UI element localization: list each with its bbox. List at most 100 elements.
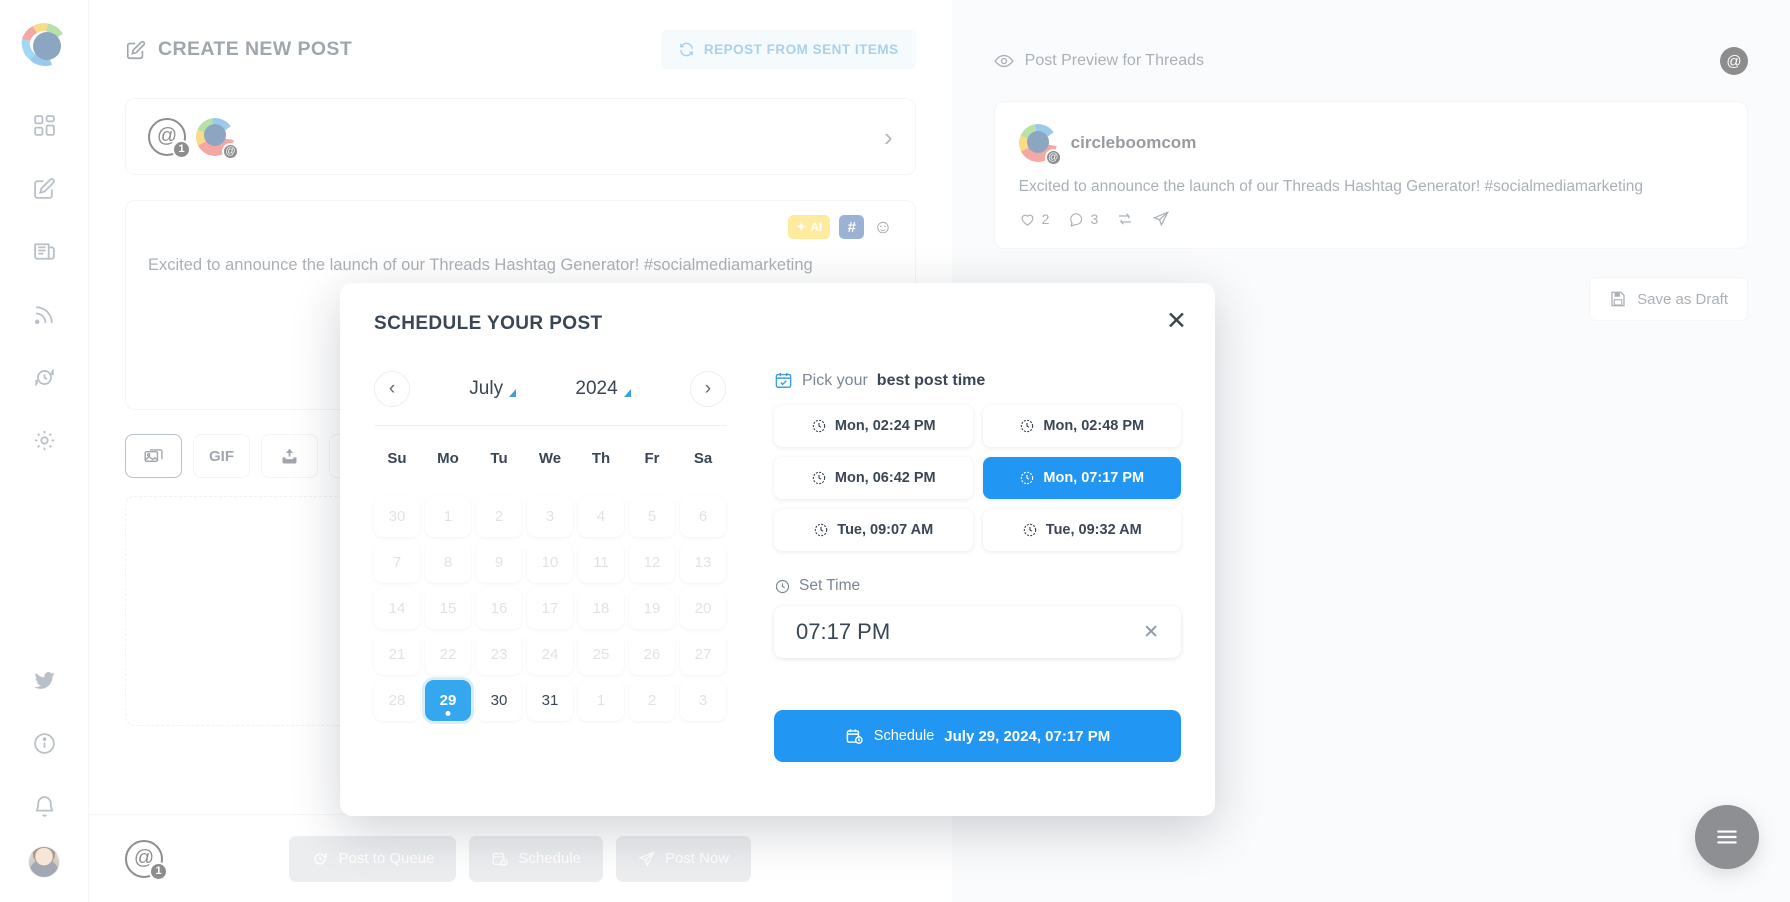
time-picker: Pick your best post time Mon, 02:24 PM Mo… [774,371,1181,762]
calendar-day: 12 [629,542,675,583]
sidebar-item-compose[interactable] [21,165,67,211]
account-avatars: @ 1 @ [148,117,239,160]
sidebar-item-dashboard[interactable] [21,102,67,148]
calendar-day: 6 [680,496,726,537]
composer-action-bar: @ 1 Post to Queue Schedule Post Now [89,814,952,902]
post-to-queue-button[interactable]: Post to Queue [289,835,457,882]
post-author: @ circleboomcom [1018,124,1723,166]
close-icon[interactable]: ✕ [1166,309,1187,334]
calendar-day-selected[interactable]: 29 [425,680,471,721]
modal-title: SCHEDULE YOUR POST [374,313,603,334]
bottom-account-indicator[interactable]: @ 1 [125,839,168,881]
year-selector[interactable]: 2024 [575,378,631,400]
circleboom-logo[interactable] [17,18,71,72]
calendar-clock-icon-modal [845,727,864,746]
post-now-button[interactable]: Post Now [615,835,752,882]
ai-label: AI [810,220,823,234]
schedule-button[interactable]: Schedule [469,835,603,882]
calendar-day: 2 [476,496,522,537]
calendar-day: 20 [680,588,726,629]
best-time-label: Pick your best post time [774,371,1181,390]
calendar-day: 22 [425,634,471,675]
time-slot[interactable]: Tue, 09:07 AM [774,509,973,551]
add-gif-button[interactable]: GIF [193,434,250,478]
sidebar-item-news[interactable] [21,228,67,274]
like-stat[interactable]: 2 [1019,211,1050,228]
calendar-day[interactable]: 31 [527,680,573,721]
confirm-schedule-button[interactable]: Schedule July 29, 2024, 07:17 PM [774,710,1181,762]
threads-platform-icon[interactable]: @ [1720,47,1749,75]
comment-stat[interactable]: 3 [1067,211,1098,228]
left-nav-rail [0,0,89,902]
calendar-day: 10 [527,542,573,583]
threads-account-badge: 1 [172,139,191,159]
chevron-down-icon-year [623,389,631,397]
time-slot-selected[interactable]: Mon, 07:17 PM [982,457,1181,499]
time-slot-label: Mon, 02:48 PM [1043,418,1145,434]
time-slot[interactable]: Mon, 02:24 PM [774,405,973,447]
clear-time-icon[interactable]: ✕ [1143,621,1159,644]
circleboom-account-avatar[interactable]: @ [196,117,239,160]
like-count: 2 [1041,211,1050,228]
save-draft-label: Save as Draft [1637,290,1729,308]
sidebar-item-rss[interactable] [21,291,67,337]
repost-stat[interactable] [1116,210,1134,228]
year-label: 2024 [575,378,618,399]
rail-bottom-group [21,657,67,902]
send-icon-preview [1152,210,1170,228]
sidebar-item-queue-history[interactable] [21,354,67,400]
calendar-day: 8 [425,542,471,583]
month-selector[interactable]: July [469,378,517,400]
time-value: 07:17 PM [796,619,891,644]
chevron-right-icon[interactable]: › [884,124,893,150]
best-time-slots: Mon, 02:24 PM Mon, 02:48 PM Mon, 06:42 PM M… [774,405,1181,551]
next-month-button[interactable]: › [689,371,726,407]
set-time-text: Set Time [799,577,861,594]
threads-account-icon[interactable]: @ 1 [148,117,191,159]
sidebar-item-settings[interactable] [21,417,67,463]
app-root: CREATE NEW POST REPOST FROM SENT ITEMS @… [0,0,1790,902]
best-time-strong: best post time [876,371,986,389]
add-image-button[interactable] [125,434,182,478]
weekday-label: Sa [693,450,713,467]
time-slot[interactable]: Tue, 09:32 AM [982,509,1181,551]
image-icon [143,446,164,467]
preview-title-text: Post Preview for Threads [1024,52,1204,69]
time-slot[interactable]: Mon, 02:48 PM [982,405,1181,447]
threads-account-icon-bottom[interactable]: @ 1 [125,839,168,881]
calendar-day: 24 [527,634,573,675]
time-input-field[interactable]: 07:17 PM ✕ [774,606,1181,658]
ai-assistant-button[interactable]: ✦ AI [788,215,831,239]
calendar-check-icon [774,371,793,390]
emoji-picker-icon[interactable]: ☺ [873,218,892,237]
twitter-icon[interactable] [21,657,67,703]
hashtag-generator-button[interactable]: # [839,215,865,239]
repost-icon [1116,210,1134,228]
info-icon[interactable] [21,720,67,766]
user-avatar[interactable] [28,846,60,878]
help-menu-fab[interactable] [1695,805,1760,869]
calendar-day: 16 [476,588,522,629]
calendar-day[interactable]: 30 [476,680,522,721]
notifications-bell-icon[interactable] [21,783,67,829]
schedule-modal: SCHEDULE YOUR POST ✕ ‹ July 2024 › Su Mo… [340,283,1215,816]
confirm-schedule-datetime: July 29, 2024, 07:17 PM [944,727,1111,745]
confirm-schedule-label: Schedule [873,728,935,744]
share-stat[interactable] [1152,210,1170,228]
calendar-day: 26 [629,634,675,675]
calendar-day: 13 [680,542,726,583]
save-as-draft-button[interactable]: Save as Draft [1589,277,1749,322]
time-slot-label: Tue, 09:32 AM [1045,522,1142,538]
time-slot[interactable]: Mon, 06:42 PM [774,457,973,499]
calendar-day: 27 [680,634,726,675]
post-text-input[interactable]: Excited to announce the launch of our Th… [126,239,915,278]
weekday-label: Th [591,450,611,467]
upload-media-button[interactable] [261,434,318,478]
time-slot-label: Mon, 06:42 PM [834,470,936,486]
prev-month-button[interactable]: ‹ [374,371,410,407]
repost-from-sent-items-button[interactable]: REPOST FROM SENT ITEMS [660,30,916,69]
post-preview-text: Excited to announce the launch of our Th… [1018,178,1644,195]
account-selector[interactable]: @ 1 @ › [125,98,916,175]
post-preview-card: @ circleboomcom Excited to announce the … [993,101,1749,250]
time-slot-label: Mon, 02:24 PM [834,418,936,434]
